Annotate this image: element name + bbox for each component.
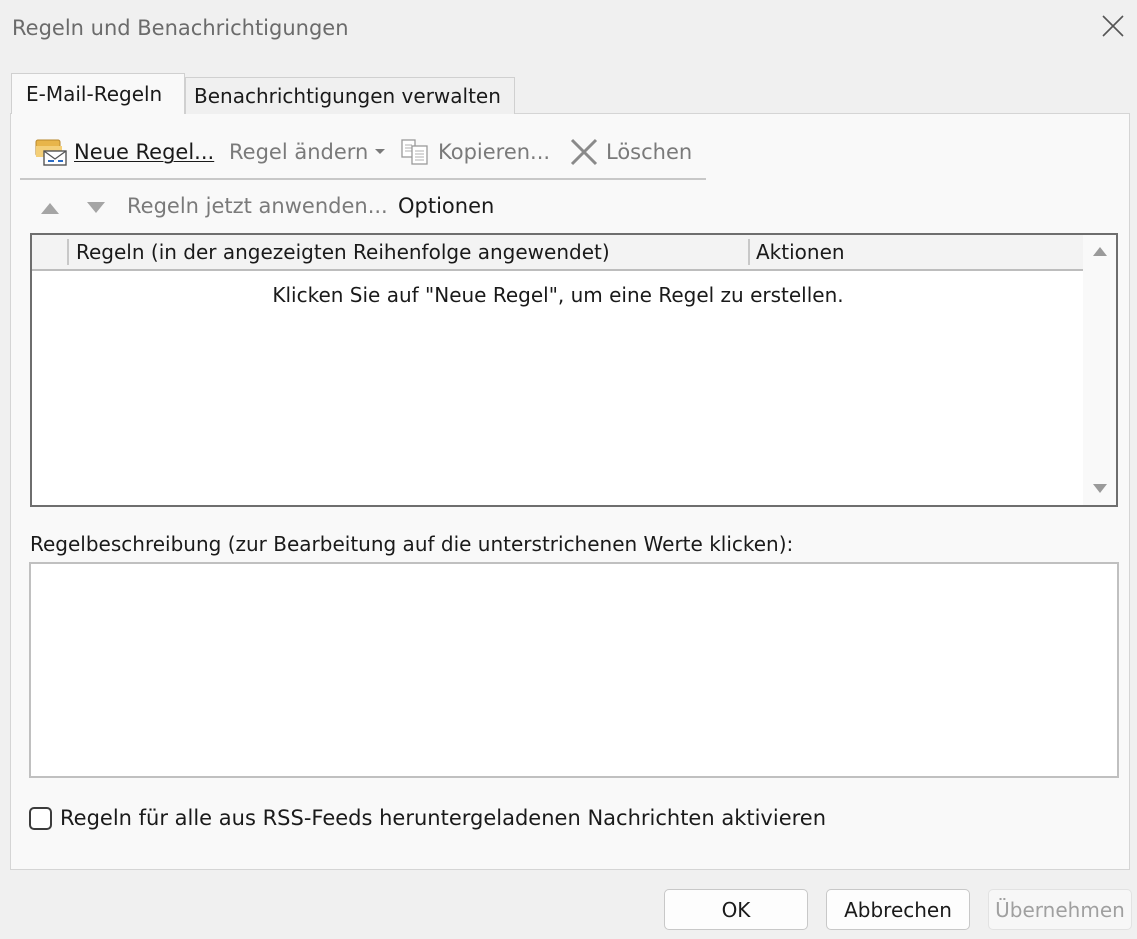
rules-list-header: Regeln (in der angezeigten Reihenfolge a… [32,235,1084,271]
apply-button[interactable]: Übernehmen [988,889,1132,930]
rss-rules-label: Regeln für alle aus RSS-Feeds herunterge… [60,806,827,830]
new-rule-label: Neue Regel... [74,140,215,164]
new-rule-button[interactable]: Neue Regel... [34,136,214,168]
delete-x-icon [568,137,600,167]
close-button[interactable] [1099,12,1127,40]
change-rule-label: Regel ändern [229,140,369,164]
column-separator[interactable] [67,239,69,265]
column-header-rules[interactable]: Regeln (in der angezeigten Reihenfolge a… [76,240,610,264]
rule-description-label: Regelbeschreibung (zur Bearbeitung auf d… [30,532,794,556]
copy-icon [400,138,432,166]
rss-rules-checkbox[interactable] [29,806,52,830]
copy-button[interactable]: Kopieren... [400,136,550,168]
rules-toolbar: Neue Regel... Regel ändern Kopieren... L… [20,128,706,180]
scroll-up-icon[interactable] [1092,245,1108,257]
cancel-button[interactable]: Abbrechen [826,889,970,930]
empty-list-message: Klicken Sie auf "Neue Regel", um eine Re… [272,283,844,307]
window-title: Regeln und Benachrichtigungen [12,16,349,40]
vertical-scrollbar[interactable] [1083,235,1116,505]
rule-description-box[interactable] [29,562,1119,778]
delete-button[interactable]: Löschen [568,136,692,168]
close-icon [1102,15,1124,37]
copy-label: Kopieren... [438,140,551,164]
change-rule-button[interactable]: Regel ändern [229,136,386,168]
tab-email-rules[interactable]: E-Mail-Regeln [11,73,185,114]
new-rule-icon [34,137,68,167]
scroll-down-icon[interactable] [1092,483,1108,495]
ok-button[interactable]: OK [664,889,808,930]
rules-list[interactable]: Regeln (in der angezeigten Reihenfolge a… [30,233,1118,507]
column-header-actions[interactable]: Aktionen [756,240,845,264]
tab-manage-notifications[interactable]: Benachrichtigungen verwalten [185,77,515,114]
triangle-down-icon[interactable] [86,201,106,215]
rss-rules-option[interactable]: Regeln für alle aus RSS-Feeds herunterge… [29,804,826,832]
apply-rules-now-button[interactable]: Regeln jetzt anwenden... [127,194,388,218]
triangle-up-icon[interactable] [40,201,60,215]
title-bar: Regeln und Benachrichtigungen [0,0,1137,58]
secondary-toolbar: Regeln jetzt anwenden... Optionen [0,194,700,224]
delete-label: Löschen [606,140,693,164]
chevron-down-icon [374,148,386,156]
options-button[interactable]: Optionen [398,194,494,218]
column-separator[interactable] [748,239,750,265]
